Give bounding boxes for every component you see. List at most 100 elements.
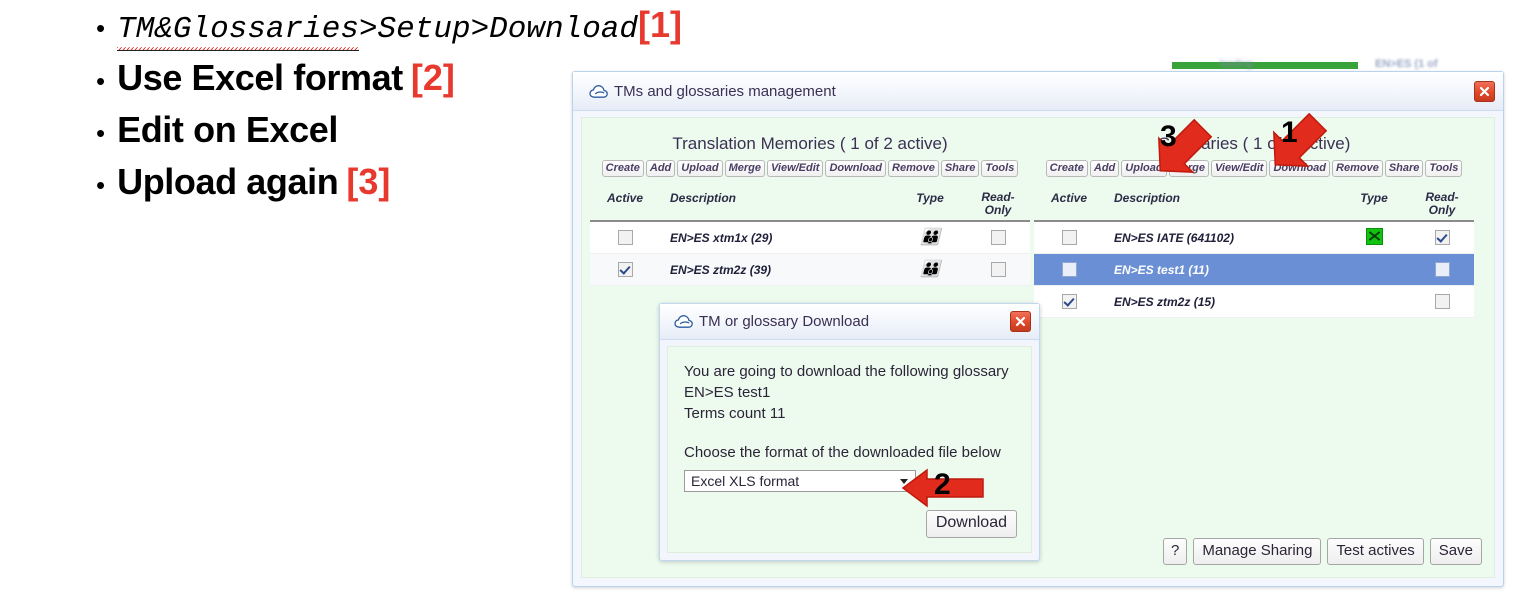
annotation-arrow-2: 2 [899, 466, 985, 510]
glossary-panel-heading: Glossaries ( 1 of 3 active) [1157, 134, 1351, 153]
glossary-row-2-readonly-checkbox[interactable] [1410, 262, 1474, 277]
manage-sharing-button[interactable]: Manage Sharing [1193, 538, 1322, 565]
format-select-value: Excel XLS format [691, 473, 800, 489]
test-actives-button[interactable]: Test actives [1327, 538, 1424, 565]
glossary-create-button[interactable]: Create [1045, 160, 1088, 177]
tm-row-2-description: EN>ES ztm2z (39) [670, 262, 772, 277]
glossary-col-readonly: Read- Only [1425, 190, 1459, 217]
download-glossary-name: EN>ES test1 [684, 384, 771, 401]
background-blurred-label-right: EN>ES (1 of [1375, 58, 1438, 70]
save-button[interactable]: Save [1429, 538, 1482, 565]
annotation-arrow-3-label: 3 [1160, 120, 1177, 153]
glossary-col-description: Description [1114, 191, 1181, 205]
cloud-icon [674, 314, 693, 329]
download-format-prompt: Choose the format of the downloaded file… [684, 444, 1001, 461]
glossary-row-1-readonly-checkbox[interactable] [1410, 230, 1474, 245]
background-blurred-label-left: loading [1220, 59, 1253, 70]
table-row[interactable]: EN>ES IATE (641102) [1034, 222, 1474, 254]
bullet-item-4: • Upload again [3] [96, 161, 576, 203]
download-terms-count: Terms count 11 [684, 405, 786, 422]
bullet-4-text: Upload again [117, 161, 339, 202]
bullet-marker: • [96, 66, 106, 96]
glossary-col-type: Type [1360, 191, 1388, 205]
bullet-1-path-rest: >Setup>Download [358, 12, 638, 47]
tm-merge-button[interactable]: Merge [724, 160, 765, 177]
tm-toolbar: Create Add Upload Merge View/Edit Downlo… [590, 160, 1030, 177]
annotation-arrow-2-label: 2 [934, 468, 951, 501]
download-confirm-button[interactable]: Download [925, 510, 1017, 538]
tm-panel-heading: Translation Memories ( 1 of 2 active) [672, 134, 948, 153]
glossary-add-button[interactable]: Add [1089, 160, 1120, 177]
format-select[interactable]: Excel XLS format [684, 470, 916, 492]
glossary-row-1-description: EN>ES IATE (641102) [1114, 230, 1234, 245]
glossary-row-3-active-checkbox[interactable] [1034, 294, 1104, 310]
download-dialog-titlebar: TM or glossary Download [660, 304, 1039, 340]
translation-memories-panel: Translation Memories ( 1 of 2 active) Cr… [590, 124, 1030, 286]
glossary-row-1-active-checkbox[interactable] [1034, 230, 1104, 246]
background-progress-bar [1172, 62, 1358, 69]
bullet-3-text: Edit on Excel [117, 109, 338, 150]
tm-download-button[interactable]: Download [825, 160, 887, 177]
tm-row-1-description: EN>ES xtm1x (29) [670, 230, 773, 245]
bullet-2-text: Use Excel format [117, 57, 403, 98]
tm-viewedit-button[interactable]: View/Edit [766, 160, 824, 177]
tm-share-button[interactable]: Share [940, 160, 980, 177]
cloud-icon [589, 84, 608, 99]
download-dialog-title: TM or glossary Download [699, 313, 870, 330]
bullet-1-step-number: [1] [638, 4, 682, 45]
close-icon[interactable] [1010, 311, 1031, 332]
download-dialog-body: You are going to download the following … [667, 346, 1032, 553]
annotation-arrow-1-label: 1 [1281, 116, 1298, 149]
people-icon: 👪 [920, 228, 940, 246]
bullet-marker: • [96, 13, 106, 43]
tm-row-2-active-checkbox[interactable] [590, 262, 660, 278]
glossary-share-button[interactable]: Share [1384, 160, 1424, 177]
bullet-1-path-highlight: TM&Glossaries [117, 12, 359, 51]
glossaries-panel: Glossaries ( 1 of 3 active) Create Add U… [1034, 124, 1474, 318]
tm-upload-button[interactable]: Upload [677, 160, 723, 177]
bullet-2-step-number: [2] [410, 57, 455, 98]
tm-col-description: Description [670, 191, 737, 205]
tm-tools-button[interactable]: Tools [981, 160, 1019, 177]
bullet-item-2: • Use Excel format [2] [96, 57, 576, 99]
annotation-arrow-1: 1 [1255, 98, 1345, 183]
table-row[interactable]: EN>ES test1 (11) [1034, 254, 1474, 286]
tm-add-button[interactable]: Add [645, 160, 676, 177]
annotation-arrow-3: 3 [1140, 104, 1230, 189]
bullet-marker: • [96, 118, 106, 148]
tm-row-2-readonly-checkbox[interactable] [966, 262, 1030, 277]
glossary-row-3-readonly-checkbox[interactable] [1410, 294, 1474, 309]
table-row[interactable]: EN>ES ztm2z (15) [1034, 286, 1474, 318]
glossary-row-3-description: EN>ES ztm2z (15) [1114, 294, 1216, 309]
bullet-marker: • [96, 170, 106, 200]
download-dialog: TM or glossary Download You are going to… [659, 303, 1040, 561]
main-dialog-titlebar: TMs and glossaries management [573, 72, 1503, 111]
close-icon[interactable] [1474, 80, 1495, 102]
excel-icon [1338, 227, 1410, 248]
tm-row-1-active-checkbox[interactable] [590, 230, 660, 246]
dialog-footer-buttons: ? Manage Sharing Test actives Save [1163, 538, 1482, 565]
table-row[interactable]: EN>ES xtm1x (29) 👪 [590, 222, 1030, 254]
glossary-toolbar: Create Add Upload Merge View/Edit Downlo… [1034, 160, 1474, 177]
glossary-row-2-description: EN>ES test1 (11) [1114, 262, 1209, 277]
bullet-item-1: • TM&Glossaries>Setup>Download [1] [96, 4, 682, 51]
tm-col-active: Active [606, 191, 644, 205]
bullet-item-3: • Edit on Excel [96, 109, 576, 151]
people-icon: 👪 [920, 260, 940, 278]
glossary-tools-button[interactable]: Tools [1425, 160, 1463, 177]
tm-remove-button[interactable]: Remove [888, 160, 939, 177]
glossary-row-2-active-checkbox[interactable] [1034, 262, 1104, 278]
tm-col-type: Type [916, 191, 944, 205]
main-dialog-title: TMs and glossaries management [614, 82, 836, 100]
bullet-text: TM&Glossaries>Setup>Download [117, 12, 638, 51]
tm-row-1-readonly-checkbox[interactable] [966, 230, 1030, 245]
glossary-table-header: Active Description Type Read- Only [1034, 191, 1474, 222]
glossary-table: Active Description Type Read- Only EN>ES … [1034, 191, 1474, 318]
help-button[interactable]: ? [1163, 538, 1188, 565]
table-row[interactable]: EN>ES ztm2z (39) 👪 [590, 254, 1030, 286]
tm-create-button[interactable]: Create [601, 160, 644, 177]
download-message-line-1: You are going to download the following … [684, 363, 1009, 380]
bullet-4-step-number: [3] [346, 161, 391, 202]
tm-table-header: Active Description Type Read- Only [590, 191, 1030, 222]
tm-table: Active Description Type Read- Only EN>ES … [590, 191, 1030, 286]
